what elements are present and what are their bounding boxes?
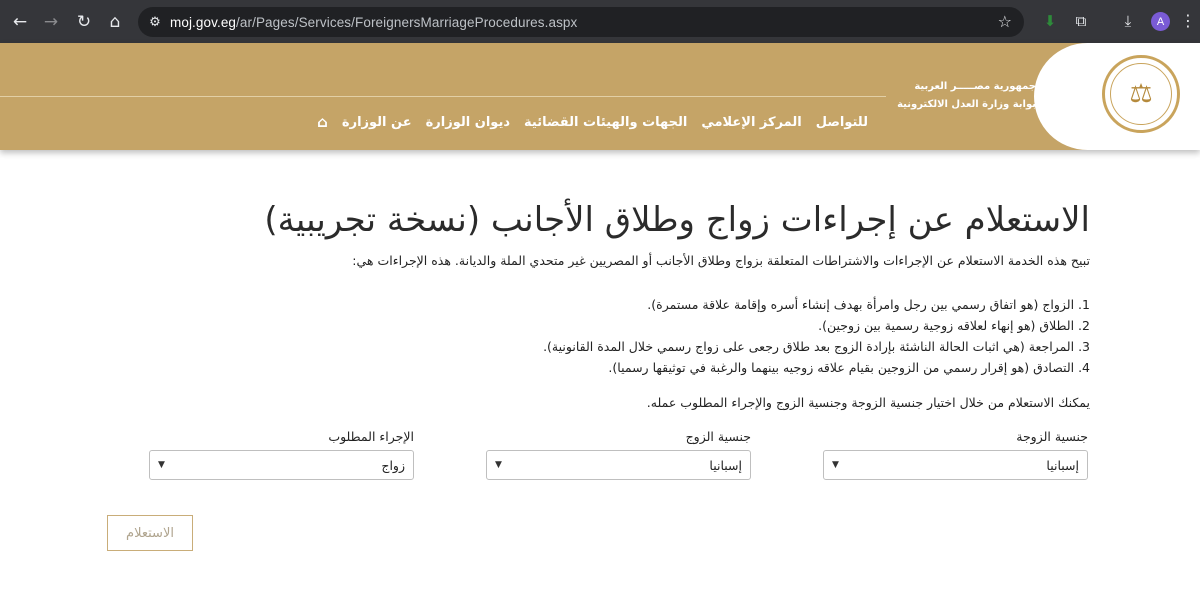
main-nav: ⌂ عن الوزارة ديوان الوزارة الجهات والهيئ… — [317, 113, 868, 131]
list-item: 3. المراجعة (هي اثبات الحالة الناشئة بإر… — [543, 339, 1090, 354]
bookmark-star-icon[interactable]: ☆ — [998, 12, 1012, 31]
nav-item-ministry-office[interactable]: ديوان الوزارة — [426, 115, 510, 130]
logo-area: ⚖ — [1034, 43, 1200, 150]
extensions-puzzle-icon[interactable]: ⧉ — [1070, 10, 1092, 32]
nav-item-judicial-bodies[interactable]: الجهات والهيئات القضائية — [524, 115, 687, 130]
husband-nationality-field: جنسية الزوج إسبانيا ▼ — [486, 429, 751, 480]
chevron-down-icon: ▼ — [158, 460, 165, 470]
site-header: ⚖ جمهورية مصـــــر العربية بوابة وزارة ا… — [0, 43, 1200, 150]
downloads-icon[interactable]: ⤓ — [1117, 10, 1139, 32]
procedure-value: زواج — [381, 457, 405, 473]
site-info-icon[interactable]: ⚙ — [140, 7, 170, 37]
wife-nationality-select[interactable]: إسبانيا ▼ — [823, 450, 1088, 480]
brand-line-2: بوابة وزارة العدل الالكترونية — [897, 99, 1036, 110]
browser-toolbar: ← → ↻ ⌂ ⚙ moj.gov.eg/ar/Pages/Services/F… — [0, 0, 1200, 43]
intro-text: تبيح هذه الخدمة الاستعلام عن الإجراءات و… — [352, 253, 1090, 268]
wife-nationality-value: إسبانيا — [1046, 457, 1079, 473]
procedure-label: الإجراء المطلوب — [328, 429, 414, 444]
home-icon[interactable]: ⌂ — [317, 113, 328, 131]
wife-nationality-label: جنسية الزوجة — [1016, 429, 1088, 444]
procedure-list: 1. الزواج (هو اتفاق رسمي بين رجل وامرأة … — [543, 294, 1090, 378]
forward-icon[interactable]: → — [38, 9, 64, 35]
url-text: moj.gov.eg/ar/Pages/Services/ForeignersM… — [170, 14, 578, 30]
inquiry-submit-button[interactable]: الاستعلام — [107, 515, 193, 551]
menu-kebab-icon[interactable]: ⋮ — [1180, 11, 1196, 30]
page-title: الاستعلام عن إجراءات زواج وطلاق الأجانب … — [264, 200, 1090, 240]
brand-text: جمهورية مصـــــر العربية بوابة وزارة الع… — [897, 81, 1036, 110]
list-item: 1. الزواج (هو اتفاق رسمي بين رجل وامرأة … — [647, 297, 1090, 312]
husband-nationality-value: إسبانيا — [709, 457, 742, 473]
nav-item-media-center[interactable]: المركز الإعلامي — [701, 115, 801, 130]
back-icon[interactable]: ← — [7, 9, 33, 35]
procedure-select[interactable]: زواج ▼ — [149, 450, 414, 480]
profile-avatar[interactable]: A — [1151, 12, 1170, 31]
chevron-down-icon: ▼ — [832, 460, 839, 470]
husband-nationality-select[interactable]: إسبانيا ▼ — [486, 450, 751, 480]
list-item: 2. الطلاق (هو إنهاء لعلاقه زوجية رسمية ب… — [818, 318, 1090, 333]
main-content: الاستعلام عن إجراءات زواج وطلاق الأجانب … — [0, 150, 1200, 612]
scales-emblem-icon: ⚖ — [1110, 63, 1172, 125]
hint-text: يمكنك الاستعلام من خلال اختيار جنسية الز… — [646, 395, 1090, 410]
nav-item-contact[interactable]: للتواصل — [816, 115, 868, 130]
nav-item-about[interactable]: عن الوزارة — [342, 115, 412, 130]
address-bar[interactable]: ⚙ moj.gov.eg/ar/Pages/Services/Foreigner… — [138, 7, 1024, 37]
chevron-down-icon: ▼ — [495, 460, 502, 470]
home-browser-icon[interactable]: ⌂ — [102, 9, 128, 35]
ministry-logo[interactable]: ⚖ — [1102, 55, 1180, 133]
extension-icon[interactable]: ⬇ — [1039, 10, 1061, 32]
wife-nationality-field: جنسية الزوجة إسبانيا ▼ — [823, 429, 1088, 480]
header-divider — [0, 96, 886, 97]
husband-nationality-label: جنسية الزوج — [685, 429, 751, 444]
reload-icon[interactable]: ↻ — [71, 9, 97, 35]
list-item: 4. التصادق (هو إقرار رسمي من الزوجين بقي… — [608, 360, 1090, 375]
brand-line-1: جمهورية مصـــــر العربية — [914, 81, 1036, 92]
procedure-field: الإجراء المطلوب زواج ▼ — [149, 429, 414, 480]
